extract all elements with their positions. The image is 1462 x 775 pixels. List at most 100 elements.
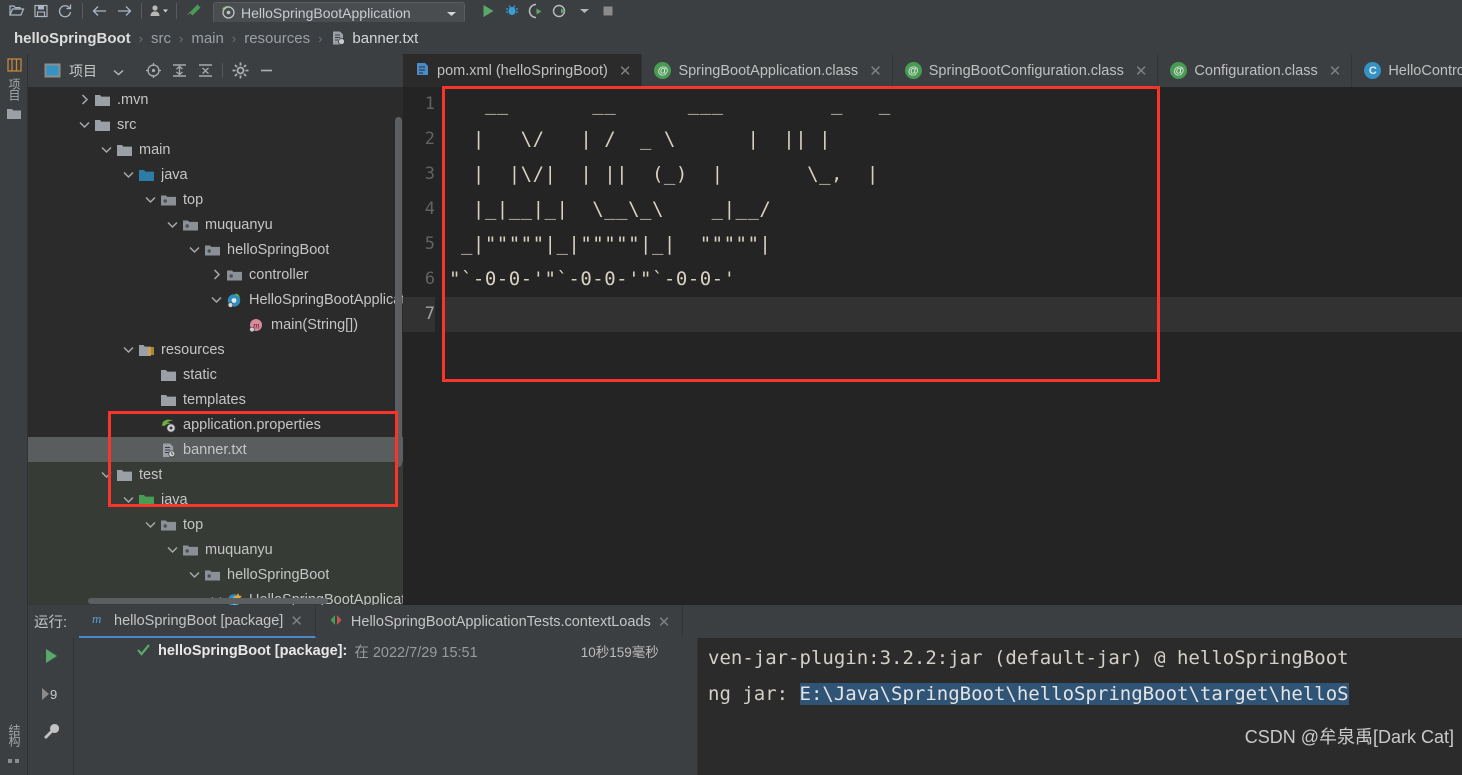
chevron-right-icon[interactable] (78, 93, 91, 106)
tree-node-label: main (139, 141, 171, 158)
editor-tab-pom-xml-hellospringboot[interactable]: pom.xml (helloSpringBoot) ✕ (403, 54, 643, 87)
tree-node-static[interactable]: static (28, 362, 403, 387)
editor-tab-springbootconfiguration-class[interactable]: @ SpringBootConfiguration.class ✕ (893, 54, 1159, 87)
chevron-down-icon[interactable] (166, 218, 179, 231)
close-icon[interactable]: ✕ (1135, 62, 1148, 80)
run-panel-label: 运行: (34, 615, 68, 631)
tree-horizontal-scrollbar[interactable] (28, 597, 403, 605)
line-number: 5 (424, 234, 435, 254)
tree-node-hellospringboot[interactable]: helloSpringBoot (28, 237, 403, 262)
expand-all-icon[interactable] (166, 58, 192, 84)
open-folder-icon[interactable] (6, 0, 28, 22)
run-result-tree[interactable]: helloSpringBoot [package]: 在 2022/7/29 1… (73, 638, 698, 775)
sidebar-item-structure[interactable]: 结构 (0, 724, 28, 767)
rerun-icon[interactable] (41, 646, 61, 671)
sidebar-item-project[interactable]: 项目 (0, 58, 28, 123)
breadcrumb-item-file[interactable]: banner.txt (352, 30, 418, 47)
sync-icon[interactable] (54, 0, 76, 22)
line-number: 1 (424, 94, 435, 114)
tree-node-application-properties[interactable]: application.properties (28, 412, 403, 437)
back-arrow-icon[interactable] (89, 0, 111, 22)
hide-panel-icon[interactable] (253, 58, 279, 84)
breadcrumb-item-resources[interactable]: resources (244, 30, 310, 47)
profile-icon[interactable] (148, 0, 170, 22)
more-dropdown-icon[interactable] (573, 0, 595, 22)
tree-node-src[interactable]: src (28, 112, 403, 137)
folder-icon[interactable] (6, 107, 22, 123)
tree-vertical-scrollbar[interactable] (394, 87, 403, 605)
locate-target-icon[interactable] (140, 58, 166, 84)
watermark: CSDN @牟泉禹[Dark Cat] (1244, 727, 1454, 747)
close-icon[interactable]: ✕ (619, 62, 632, 80)
close-icon[interactable]: ✕ (869, 62, 882, 80)
chevron-down-icon[interactable] (210, 293, 223, 306)
run-icon[interactable] (477, 0, 499, 22)
chevron-down-icon[interactable] (113, 63, 124, 79)
settings-gear-icon[interactable] (227, 58, 253, 84)
settings-wrench-icon[interactable] (41, 722, 61, 747)
project-panel-title-group[interactable]: 项目 (44, 61, 124, 81)
run-with-coverage-icon[interactable] (525, 0, 547, 22)
save-icon[interactable] (30, 0, 52, 22)
tree-node-test[interactable]: test (28, 462, 403, 487)
breadcrumb-item-main[interactable]: main (191, 30, 224, 47)
run-tab-package[interactable]: m helloSpringBoot [package] ✕ (79, 605, 316, 638)
close-icon[interactable]: ✕ (290, 612, 303, 630)
editor-content[interactable]: __ __ ___ _ _ | \/ | / _ \ | || | | |\/|… (449, 87, 1462, 605)
close-icon[interactable]: ✕ (1329, 62, 1342, 80)
tree-node-main[interactable]: main (28, 137, 403, 162)
tree-node-java[interactable]: java (28, 162, 403, 187)
console-line-selected: ng jar: E:\Java\SpringBoot\helloSpringBo… (708, 676, 1462, 712)
project-file-tree[interactable]: .mvn src main java top muquanyu helloSpringBoo… (28, 87, 403, 605)
tree-node-templates[interactable]: templates (28, 387, 403, 412)
breadcrumb-item-src[interactable]: src (151, 30, 171, 47)
svg-text:9: 9 (50, 687, 57, 702)
console-output[interactable]: ven-jar-plugin:3.2.2:jar (default-jar) @… (698, 638, 1462, 775)
code-editor[interactable]: 1 2 3 4 5 6 7 __ __ ___ _ _ | \/ | / _ \ | || … (403, 86, 1462, 605)
chevron-down-icon[interactable] (122, 168, 135, 181)
chevron-down-icon[interactable] (144, 193, 157, 206)
rerun-failed-icon[interactable]: 9 (40, 685, 62, 708)
chevron-down-icon[interactable] (78, 118, 91, 131)
stop-icon[interactable] (597, 0, 619, 22)
tree-node-muquanyu[interactable]: muquanyu (28, 537, 403, 562)
chevron-down-icon[interactable] (188, 568, 201, 581)
tree-node-main-string[interactable]: m main(String[]) (28, 312, 403, 337)
chevron-down-icon[interactable] (100, 468, 113, 481)
editor-tab-springbootapplication-class[interactable]: @ SpringBootApplication.class ✕ (642, 54, 893, 87)
chevron-right-icon[interactable] (210, 268, 223, 281)
tree-node-mvn[interactable]: .mvn (28, 87, 403, 112)
maven-icon: m (91, 611, 107, 631)
tree-node-hellospringboot[interactable]: helloSpringBoot (28, 562, 403, 587)
run-configuration-selector[interactable]: HelloSpringBootApplication (213, 2, 465, 22)
chevron-down-icon[interactable] (166, 543, 179, 556)
editor-tab-configuration-class[interactable]: @ Configuration.class ✕ (1158, 54, 1353, 87)
close-icon[interactable]: ✕ (658, 613, 671, 631)
tree-node-top[interactable]: top (28, 187, 403, 212)
green-check-icon (136, 642, 151, 661)
tree-node-banner-txt[interactable]: banner.txt (28, 437, 403, 462)
chevron-down-icon[interactable] (100, 143, 113, 156)
tree-node-muquanyu[interactable]: muquanyu (28, 212, 403, 237)
collapse-all-icon[interactable] (192, 58, 218, 84)
breadcrumb-item-project[interactable]: helloSpringBoot (14, 30, 131, 47)
chevron-down-icon[interactable] (122, 493, 135, 506)
hammer-icon[interactable] (183, 0, 205, 22)
forward-arrow-icon[interactable] (113, 0, 135, 22)
run-tab-tests[interactable]: HelloSpringBootApplicationTests.contextL… (316, 605, 684, 638)
debug-icon[interactable] (501, 0, 523, 22)
editor-tab-hellocontroller-java[interactable]: CHelloController.java✕ (1352, 54, 1462, 87)
profile-run-icon[interactable] (549, 0, 571, 22)
run-result-row[interactable]: helloSpringBoot [package]: 在 2022/7/29 1… (74, 638, 697, 664)
tree-node-resources[interactable]: resources (28, 337, 403, 362)
chevron-down-icon[interactable] (122, 343, 135, 356)
toolbar-divider-2 (141, 3, 142, 19)
chevron-down-icon[interactable] (144, 518, 157, 531)
tree-node-top[interactable]: top (28, 512, 403, 537)
tree-node-controller[interactable]: controller (28, 262, 403, 287)
chevron-down-icon[interactable] (446, 5, 457, 21)
editor-tab-bar[interactable]: pom.xml (helloSpringBoot) ✕ @ SpringBootApp… (403, 54, 1462, 87)
tree-node-java[interactable]: java (28, 487, 403, 512)
chevron-down-icon[interactable] (188, 243, 201, 256)
tree-node-hellospringbootapplication[interactable]: HelloSpringBootApplication (28, 287, 403, 312)
